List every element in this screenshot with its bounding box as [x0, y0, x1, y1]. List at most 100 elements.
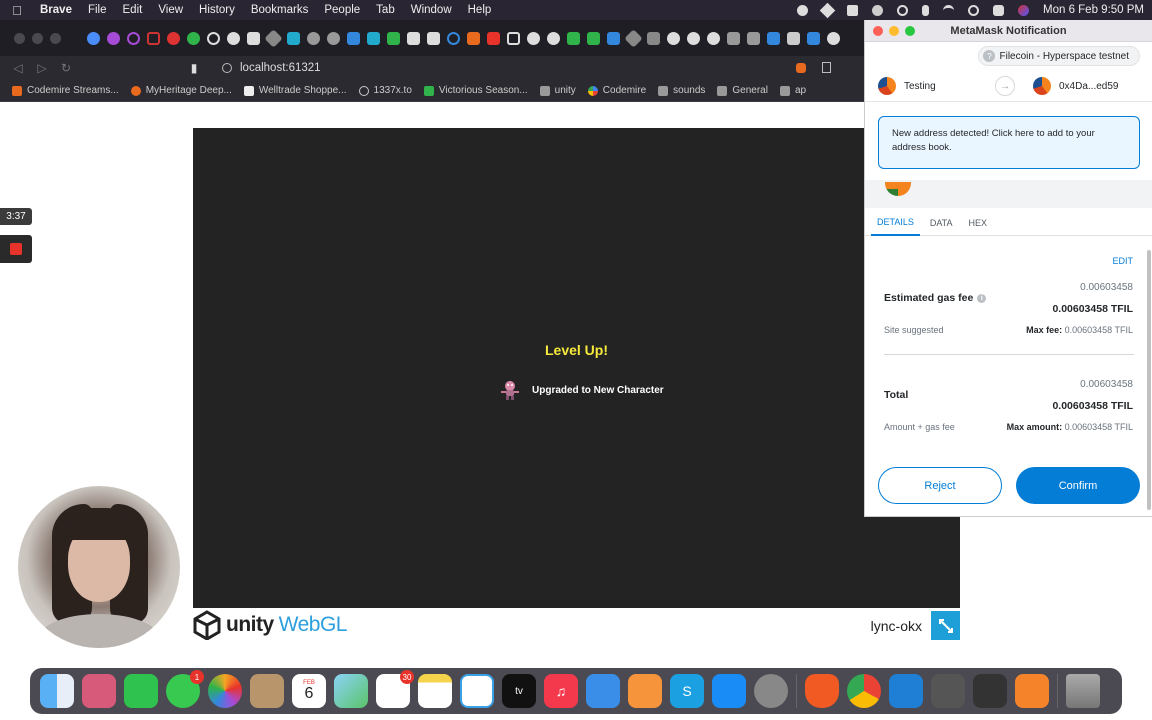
tab-favicon[interactable] [107, 31, 120, 45]
info-icon[interactable]: i [977, 294, 987, 303]
control-center-icon[interactable] [993, 4, 1004, 16]
tab-favicon[interactable] [207, 31, 220, 45]
tab-favicon[interactable] [167, 31, 180, 45]
tab-favicon[interactable] [247, 31, 260, 45]
tab-favicon[interactable] [507, 31, 520, 45]
tab-favicon[interactable] [487, 31, 500, 45]
unity-icon[interactable] [931, 674, 965, 708]
tab-favicon[interactable] [307, 31, 320, 45]
edit-gas-link[interactable]: EDIT [1112, 256, 1133, 266]
menu-help[interactable]: Help [462, 4, 502, 16]
notes-icon[interactable] [418, 674, 452, 708]
search-icon[interactable] [968, 4, 979, 16]
close-window-button[interactable] [14, 32, 25, 44]
stop-recording-button[interactable] [0, 235, 32, 263]
menu-history[interactable]: History [193, 4, 245, 16]
tab-favicon[interactable] [147, 31, 160, 45]
bookmark-item[interactable]: 1337x.to [358, 85, 412, 96]
fullscreen-button[interactable] [931, 611, 960, 640]
tab-favicon[interactable] [787, 31, 800, 45]
apple-icon[interactable]:  [0, 3, 34, 18]
pages-icon[interactable] [628, 674, 662, 708]
minimize-window-button[interactable] [889, 26, 899, 36]
music-icon[interactable]: ♫ [544, 674, 578, 708]
tab-data[interactable]: DATA [924, 210, 959, 236]
zoom-window-button[interactable] [905, 26, 915, 36]
gear-status-icon[interactable] [797, 4, 808, 16]
menu-file[interactable]: File [82, 4, 117, 16]
tab-favicon[interactable] [567, 31, 580, 45]
share-icon[interactable] [822, 62, 831, 73]
back-icon[interactable]: ◁ [6, 61, 30, 75]
bluetooth-icon[interactable] [922, 4, 929, 16]
tab-hex[interactable]: HEX [963, 210, 994, 236]
to-account[interactable]: 0x4Da...ed59 [1033, 77, 1119, 95]
tab-favicon[interactable] [127, 31, 140, 45]
tab-favicon[interactable] [387, 31, 400, 45]
tab-favicon[interactable] [607, 31, 620, 45]
antenna-icon[interactable] [897, 4, 908, 16]
bookmark-icon[interactable]: ▮ [182, 61, 206, 75]
wifi-icon[interactable] [943, 4, 954, 16]
skype-icon[interactable]: S [670, 674, 704, 708]
tab-favicon[interactable] [687, 31, 700, 45]
bookmark-folder[interactable]: unity [539, 85, 576, 96]
maps-icon[interactable] [334, 674, 368, 708]
bookmark-item[interactable]: Codemire [587, 85, 646, 96]
bookmark-item[interactable]: MyHeritage Deep... [130, 85, 232, 96]
tab-favicon[interactable] [187, 31, 200, 45]
menu-app-name[interactable]: Brave [34, 4, 82, 16]
unity-game-canvas[interactable]: Level Up! Upgraded to New Character [193, 128, 960, 608]
new-address-alert[interactable]: New address detected! Click here to add … [878, 116, 1140, 169]
appletv-icon[interactable]: tv [502, 674, 536, 708]
menu-view[interactable]: View [152, 4, 193, 16]
tab-favicon[interactable] [667, 31, 680, 45]
network-selector[interactable]: ? Filecoin - Hyperspace testnet [978, 46, 1140, 66]
facetime-icon[interactable] [124, 674, 158, 708]
tab-favicon[interactable] [647, 31, 660, 45]
tab-favicon[interactable] [407, 31, 420, 45]
tab-favicon[interactable] [467, 31, 480, 45]
bookmark-item[interactable]: Codemire Streams... [12, 85, 119, 96]
settings-icon[interactable] [754, 674, 788, 708]
photos-icon[interactable] [208, 674, 242, 708]
unity-status-icon[interactable] [819, 2, 836, 18]
sublime-icon[interactable] [1015, 674, 1049, 708]
shield-status-icon[interactable] [872, 4, 883, 16]
tab-favicon[interactable] [447, 31, 460, 45]
siri-icon[interactable] [1018, 4, 1029, 16]
tab-favicon[interactable] [347, 31, 360, 45]
brave-shield-icon[interactable] [796, 63, 806, 73]
menu-clock[interactable]: Mon 6 Feb 9:50 PM [1043, 4, 1144, 16]
vscode-icon[interactable] [889, 674, 923, 708]
bookmark-folder[interactable]: ap [779, 85, 806, 96]
trash-icon[interactable] [1066, 674, 1100, 708]
from-account[interactable]: Testing [878, 77, 936, 95]
menu-window[interactable]: Window [405, 4, 462, 16]
unity-hub-icon[interactable] [973, 674, 1007, 708]
tab-favicon[interactable] [264, 28, 283, 48]
reminders-icon[interactable]: 30 [376, 670, 414, 708]
tab-favicon[interactable] [327, 31, 340, 45]
bookmark-item[interactable]: Welltrade Shoppe... [243, 85, 347, 96]
scrollbar[interactable] [1147, 250, 1151, 510]
zoom-window-button[interactable] [50, 32, 61, 44]
reject-button[interactable]: Reject [878, 467, 1002, 504]
appstore-icon[interactable] [712, 674, 746, 708]
keynote-icon[interactable] [586, 674, 620, 708]
tab-favicon[interactable] [624, 28, 643, 48]
messages-icon[interactable]: 1 [166, 670, 204, 708]
tab-details[interactable]: DETAILS [871, 210, 920, 236]
forward-icon[interactable]: ▷ [30, 61, 54, 75]
tab-favicon[interactable] [87, 31, 100, 45]
url-text[interactable]: localhost:61321 [240, 62, 321, 74]
menu-people[interactable]: People [318, 4, 370, 16]
tab-favicon[interactable] [707, 31, 720, 45]
tab-favicon[interactable] [587, 31, 600, 45]
tab-favicon[interactable] [747, 31, 760, 45]
finder-icon[interactable] [40, 674, 74, 708]
tab-favicon[interactable] [527, 31, 540, 45]
tab-favicon[interactable] [367, 31, 380, 45]
tab-favicon[interactable] [827, 31, 840, 45]
menu-edit[interactable]: Edit [117, 4, 153, 16]
